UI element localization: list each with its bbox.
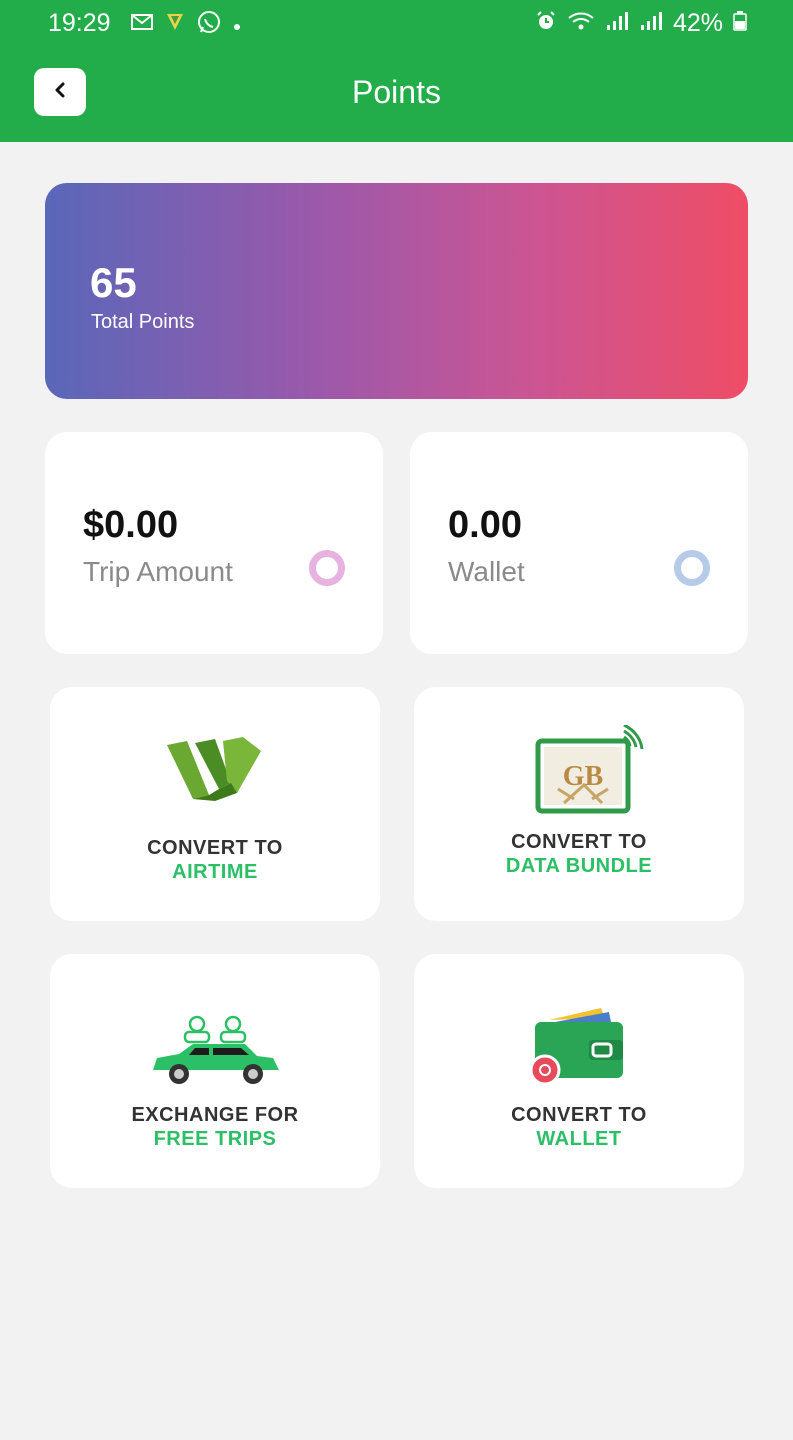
- action-subtitle: DATA BUNDLE: [505, 855, 653, 877]
- dot-icon: [232, 12, 242, 38]
- convert-data-bundle-button[interactable]: GB CONVERT TO DATA BUNDLE: [414, 687, 744, 921]
- total-points-card: 65 Total Points: [45, 183, 748, 399]
- action-subtitle: WALLET: [536, 1128, 622, 1150]
- action-subtitle: AIRTIME: [172, 861, 258, 883]
- signal-icon: [639, 10, 663, 38]
- app-bar: 19:29 42% Points: [0, 0, 793, 142]
- wallet-icon: [414, 1006, 744, 1086]
- whatsapp-icon: [196, 9, 222, 41]
- car-passengers-icon: [50, 1014, 380, 1088]
- exchange-free-trips-button[interactable]: EXCHANGE FOR FREE TRIPS: [50, 954, 380, 1188]
- data-bundle-icon-text: GB: [563, 761, 603, 792]
- action-title: CONVERT TO: [511, 831, 647, 853]
- trip-amount-card: $0.00 Trip Amount: [45, 432, 383, 654]
- trip-amount-label: Trip Amount: [83, 556, 233, 587]
- ring-icon: [309, 550, 345, 586]
- airtime-logo-icon: [50, 737, 380, 803]
- wallet-card: 0.00 Wallet: [410, 432, 748, 654]
- data-bundle-icon: GB: [414, 725, 744, 817]
- system-status-icons: 42%: [535, 9, 747, 38]
- notification-icons: [130, 9, 242, 41]
- vpn-shield-icon: [164, 11, 186, 39]
- wifi-icon: [567, 10, 595, 38]
- action-subtitle: FREE TRIPS: [153, 1128, 277, 1150]
- wallet-label: Wallet: [448, 556, 525, 587]
- action-title: CONVERT TO: [511, 1104, 647, 1126]
- wallet-value: 0.00: [448, 504, 522, 546]
- battery-percent: 42%: [672, 9, 723, 37]
- total-points-value: 65: [90, 259, 137, 306]
- page-title: Points: [352, 74, 441, 110]
- action-title: CONVERT TO: [147, 837, 283, 859]
- gmail-icon: [130, 12, 154, 38]
- convert-wallet-button[interactable]: CONVERT TO WALLET: [414, 954, 744, 1188]
- battery-icon: [733, 10, 747, 38]
- convert-airtime-button[interactable]: CONVERT TO AIRTIME: [50, 687, 380, 921]
- ring-icon: [674, 550, 710, 586]
- status-bar: 19:29 42%: [0, 0, 793, 46]
- alarm-icon: [535, 10, 557, 38]
- trip-amount-value: $0.00: [83, 504, 179, 546]
- status-time: 19:29: [48, 9, 111, 37]
- total-points-label: Total Points: [91, 311, 195, 333]
- action-title: EXCHANGE FOR: [131, 1104, 299, 1126]
- signal-icon: [605, 10, 629, 38]
